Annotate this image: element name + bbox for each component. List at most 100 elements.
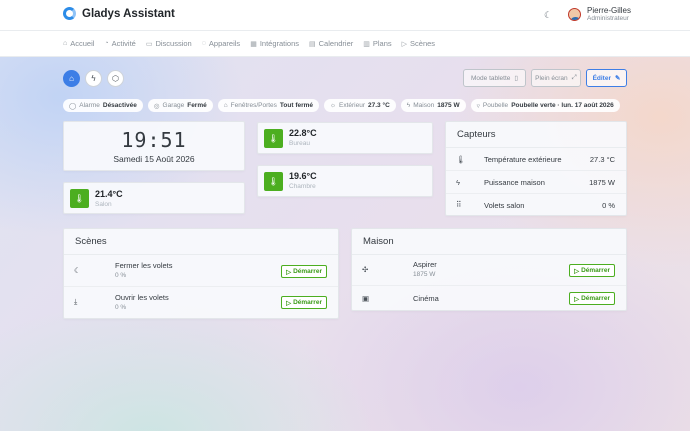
nav-label: Discussion xyxy=(155,39,192,48)
status-chip-house-power[interactable]: ϟ Maison 1875 W xyxy=(400,99,466,112)
nav-label: Calendrier xyxy=(318,39,354,48)
chip-label: Fenêtres/Portes xyxy=(230,102,277,109)
clock-time: 19:51 xyxy=(121,128,187,152)
sensor-value: 1875 W xyxy=(589,178,615,187)
dashboard-security-button[interactable]: ⬡ xyxy=(107,70,124,87)
start-scene-button[interactable]: ▷ Démarrer xyxy=(281,265,327,278)
scenes-card-header: Scènes xyxy=(64,229,338,255)
status-chip-garage[interactable]: ◎ Garage Fermé xyxy=(147,99,213,112)
temperature-card-chambre[interactable]: 🌡 19.6°C Chambre xyxy=(257,165,433,197)
nav-item-accueil[interactable]: ⌂ Accueil xyxy=(63,39,94,48)
chip-value: Poubelle verte · lun. 17 août 2026 xyxy=(511,102,614,109)
sensor-row[interactable]: ϟ Puissance maison 1875 W xyxy=(446,171,626,194)
scenes-card: Scènes ☾ Fermer les volets 0 % ▷ Démarre… xyxy=(63,228,339,319)
status-chip-alarm[interactable]: ◯ Alarme Désactivée xyxy=(63,99,143,112)
start-scene-button[interactable]: ▷ Démarrer xyxy=(569,292,615,305)
sensors-title: Capteurs xyxy=(457,129,496,140)
start-label: Démarrer xyxy=(293,268,322,275)
temperature-value: 19.6°C xyxy=(289,171,317,181)
play-icon: ▷ xyxy=(286,299,292,307)
chip-label: Extérieur xyxy=(339,102,366,109)
avatar xyxy=(568,7,581,21)
film-icon: ▣ xyxy=(362,294,370,303)
nav-item-discussion[interactable]: ▭ Discussion xyxy=(146,39,192,48)
fan-icon: ✣ xyxy=(362,265,369,274)
nav-item-plans[interactable]: ▥ Plans xyxy=(363,39,391,48)
thermometer-icon: 🌡 xyxy=(264,172,283,191)
user-menu[interactable]: Pierre-Gilles Administrateur xyxy=(568,6,631,22)
thermometer-icon: 🌡 xyxy=(264,129,283,148)
start-label: Démarrer xyxy=(293,299,322,306)
shutter-icon: ⠿ xyxy=(456,200,462,209)
temperature-room: Bureau xyxy=(289,140,310,147)
chip-value: 27.3 °C xyxy=(368,102,390,109)
chip-value: Désactivée xyxy=(102,102,137,109)
dashboard-energy-button[interactable]: ϟ xyxy=(85,70,102,87)
sun-icon: ☼ xyxy=(330,102,336,109)
start-scene-button[interactable]: ▷ Démarrer xyxy=(281,296,327,309)
dashboard: ⌂ ϟ ⬡ Mode tablette ▯ Plein écran ⤢ Édit… xyxy=(0,57,690,431)
lightning-icon: ϟ xyxy=(91,74,96,83)
lightning-icon: ϟ xyxy=(406,102,411,109)
play-icon: ▷ xyxy=(286,268,292,276)
nav-item-appareils[interactable]: ◌ Appareils xyxy=(202,39,240,48)
scenes-title: Scènes xyxy=(75,236,107,247)
house-title: Maison xyxy=(363,236,394,247)
chip-label: Poubelle xyxy=(482,102,509,109)
nav-label: Appareils xyxy=(208,39,241,48)
house-label: Cinéma xyxy=(413,294,439,303)
nav-label: Plans xyxy=(372,39,392,48)
chip-value: Tout fermé xyxy=(279,102,314,109)
nav-item-activite[interactable]: ◔ Activité xyxy=(104,39,135,48)
alarm-icon: ◯ xyxy=(69,102,77,110)
tablet-mode-button[interactable]: Mode tablette ▯ xyxy=(463,69,526,87)
edit-button[interactable]: Éditer ✎ xyxy=(586,69,627,87)
chat-icon: ▭ xyxy=(145,40,153,48)
chip-label: Garage xyxy=(162,102,185,109)
house-card-header: Maison xyxy=(352,229,626,255)
temperature-room: Salon xyxy=(95,201,112,208)
dashboard-home-button[interactable]: ⌂ xyxy=(63,70,80,87)
chip-value: 1875 W xyxy=(437,102,460,109)
start-scene-button[interactable]: ▷ Démarrer xyxy=(569,264,615,277)
chip-label: Alarme xyxy=(79,102,100,109)
scene-label: Ouvrir les volets xyxy=(115,293,169,302)
nav-item-calendrier[interactable]: ▤ Calendrier xyxy=(309,39,353,48)
status-chip-windows[interactable]: ⌂ Fenêtres/Portes Tout fermé xyxy=(217,99,320,112)
temperature-room: Chambre xyxy=(289,183,316,190)
expand-icon: ⤢ xyxy=(571,74,577,81)
sensor-label: Puissance maison xyxy=(484,178,545,187)
clock-date: Samedi 15 Août 2026 xyxy=(113,154,195,164)
status-chip-outdoor[interactable]: ☼ Extérieur 27.3 °C xyxy=(324,99,396,112)
tablet-mode-label: Mode tablette xyxy=(471,74,511,82)
house-card: Maison ✣ Aspirer 1875 W ▷ Démarrer ▣ Cin… xyxy=(351,228,627,311)
status-chip-trash[interactable]: ▿ Poubelle Poubelle verte · lun. 17 août… xyxy=(470,99,620,112)
gladys-logo-icon xyxy=(63,7,76,20)
user-role: Administrateur xyxy=(587,15,629,22)
temperature-card-bureau[interactable]: 🌡 22.8°C Bureau xyxy=(257,122,433,154)
fullscreen-button[interactable]: Plein écran ⤢ xyxy=(531,69,581,87)
house-label: Aspirer xyxy=(413,260,437,269)
tablet-icon: ▯ xyxy=(514,75,518,82)
nav-label: Accueil xyxy=(70,39,95,48)
sensor-row[interactable]: 🌡 Température extérieure 27.3 °C xyxy=(446,148,626,171)
sensor-row[interactable]: ⠿ Volets salon 0 % xyxy=(446,194,626,216)
map-icon: ▥ xyxy=(363,40,370,48)
start-label: Démarrer xyxy=(581,295,610,302)
temperature-card-salon[interactable]: 🌡 21.4°C Salon xyxy=(63,182,245,214)
sensor-value: 0 % xyxy=(602,201,615,210)
nav-item-scenes[interactable]: ▷ Scènes xyxy=(402,39,435,48)
nav-item-integrations[interactable]: ▦ Intégrations xyxy=(250,39,299,48)
chip-value: Fermé xyxy=(187,102,207,109)
brand[interactable]: Gladys Assistant xyxy=(63,7,175,20)
app-name: Gladys Assistant xyxy=(82,7,175,20)
dark-mode-toggle-icon[interactable]: ☾ xyxy=(544,10,552,21)
thermometer-icon: 🌡 xyxy=(456,155,466,164)
shield-icon: ⬡ xyxy=(112,74,119,83)
trash-icon: ▿ xyxy=(476,102,480,110)
download-icon: ⤓ xyxy=(74,297,78,306)
home-icon: ⌂ xyxy=(69,74,74,83)
top-bar: Gladys Assistant ☾ Pierre-Gilles Adminis… xyxy=(0,0,690,31)
chip-label: Maison xyxy=(413,102,435,109)
scene-row: ⤓ Ouvrir les volets 0 % ▷ Démarrer xyxy=(64,287,338,319)
